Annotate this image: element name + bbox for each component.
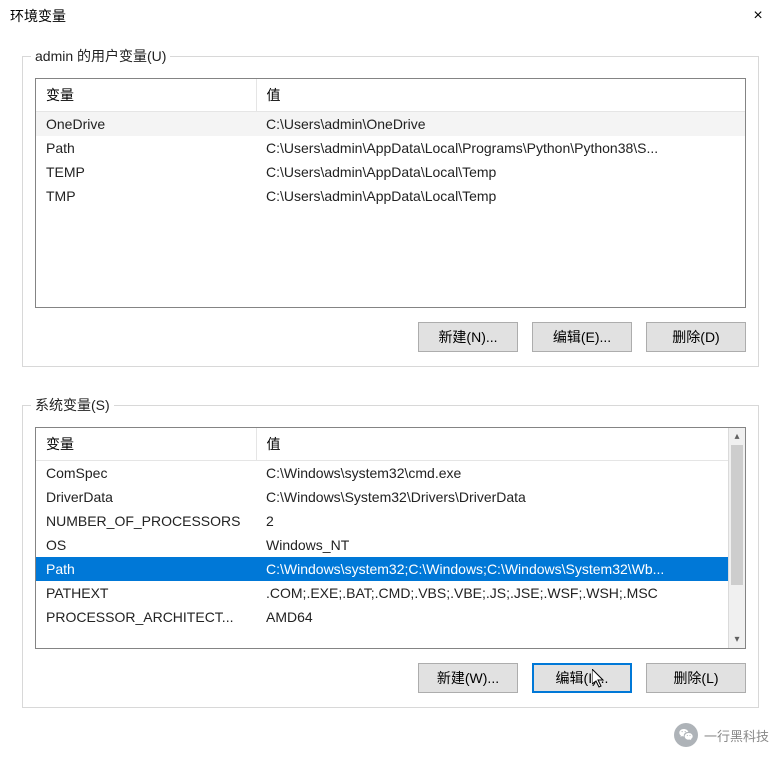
table-row[interactable]: TMP C:\Users\admin\AppData\Local\Temp: [36, 184, 745, 208]
dialog-body: admin 的用户变量(U) 变量 值 OneDrive C:\Users\ad…: [0, 32, 781, 718]
table-row[interactable]: ComSpec C:\Windows\system32\cmd.exe: [36, 461, 728, 486]
system-variables-table-wrap[interactable]: 变量 值 ComSpec C:\Windows\system32\cmd.exe…: [35, 427, 746, 649]
cell-variable: Path: [36, 136, 256, 160]
cell-value: C:\Users\admin\AppData\Local\Temp: [256, 184, 745, 208]
cell-value: C:\Windows\System32\Drivers\DriverData: [256, 485, 728, 509]
user-col-variable[interactable]: 变量: [36, 79, 256, 112]
scroll-track[interactable]: [729, 445, 745, 631]
table-row[interactable]: TEMP C:\Users\admin\AppData\Local\Temp: [36, 160, 745, 184]
cell-variable: OS: [36, 533, 256, 557]
user-button-row: 新建(N)... 编辑(E)... 删除(D): [35, 322, 746, 352]
user-variables-table-wrap[interactable]: 变量 值 OneDrive C:\Users\admin\OneDrive Pa…: [35, 78, 746, 308]
user-variables-legend-text: admin 的用户变量(U): [35, 48, 166, 64]
user-variables-legend: admin 的用户变量(U): [31, 46, 170, 66]
cell-value: 2: [256, 509, 728, 533]
table-row-selected[interactable]: Path C:\Windows\system32;C:\Windows;C:\W…: [36, 557, 728, 581]
cell-value: C:\Users\admin\OneDrive: [256, 112, 745, 137]
system-delete-button[interactable]: 删除(L): [646, 663, 746, 693]
user-delete-button[interactable]: 删除(D): [646, 322, 746, 352]
table-row[interactable]: OneDrive C:\Users\admin\OneDrive: [36, 112, 745, 137]
cell-value: Windows_NT: [256, 533, 728, 557]
system-button-row: 新建(W)... 编辑(I)... 删除(L): [35, 663, 746, 693]
user-variables-group: admin 的用户变量(U) 变量 值 OneDrive C:\Users\ad…: [22, 46, 759, 367]
table-row[interactable]: DriverData C:\Windows\System32\Drivers\D…: [36, 485, 728, 509]
system-variables-table: 变量 值 ComSpec C:\Windows\system32\cmd.exe…: [36, 428, 728, 629]
cell-variable: NUMBER_OF_PROCESSORS: [36, 509, 256, 533]
system-variables-legend-text: 系统变量(S): [35, 397, 110, 413]
cell-variable: PROCESSOR_ARCHITECT...: [36, 605, 256, 629]
table-row[interactable]: PATHEXT .COM;.EXE;.BAT;.CMD;.VBS;.VBE;.J…: [36, 581, 728, 605]
system-variables-legend: 系统变量(S): [31, 395, 114, 415]
system-new-button[interactable]: 新建(W)...: [418, 663, 518, 693]
system-scroll-area: 变量 值 ComSpec C:\Windows\system32\cmd.exe…: [36, 428, 728, 648]
wechat-icon: [674, 723, 698, 747]
cell-variable: ComSpec: [36, 461, 256, 486]
table-row[interactable]: OS Windows_NT: [36, 533, 728, 557]
window-title: 环境变量: [10, 6, 66, 26]
table-row[interactable]: NUMBER_OF_PROCESSORS 2: [36, 509, 728, 533]
watermark-text: 一行黑科技: [704, 726, 769, 745]
cell-variable: TEMP: [36, 160, 256, 184]
sys-col-value[interactable]: 值: [256, 428, 728, 461]
scroll-thumb[interactable]: [731, 445, 743, 585]
cell-value: C:\Windows\system32\cmd.exe: [256, 461, 728, 486]
close-button[interactable]: ×: [735, 0, 781, 32]
cell-value: C:\Users\admin\AppData\Local\Programs\Py…: [256, 136, 745, 160]
cell-value: .COM;.EXE;.BAT;.CMD;.VBS;.VBE;.JS;.JSE;.…: [256, 581, 728, 605]
table-row[interactable]: Path C:\Users\admin\AppData\Local\Progra…: [36, 136, 745, 160]
user-new-button[interactable]: 新建(N)...: [418, 322, 518, 352]
close-icon: ×: [753, 8, 762, 24]
cell-variable: TMP: [36, 184, 256, 208]
cell-variable: PATHEXT: [36, 581, 256, 605]
watermark: 一行黑科技: [674, 723, 769, 747]
user-col-value[interactable]: 值: [256, 79, 745, 112]
scroll-up-icon[interactable]: ▴: [729, 428, 745, 445]
scroll-down-icon[interactable]: ▾: [729, 631, 745, 648]
cell-value: AMD64: [256, 605, 728, 629]
system-edit-button[interactable]: 编辑(I)...: [532, 663, 632, 693]
sys-col-variable[interactable]: 变量: [36, 428, 256, 461]
table-row[interactable]: PROCESSOR_ARCHITECT... AMD64: [36, 605, 728, 629]
system-variables-group: 系统变量(S) 变量 值 ComSpec C:\Windows\sys: [22, 395, 759, 708]
cell-variable: Path: [36, 557, 256, 581]
user-edit-button[interactable]: 编辑(E)...: [532, 322, 632, 352]
system-scrollbar[interactable]: ▴ ▾: [728, 428, 745, 648]
cell-variable: DriverData: [36, 485, 256, 509]
cell-value: C:\Users\admin\AppData\Local\Temp: [256, 160, 745, 184]
user-variables-table: 变量 值 OneDrive C:\Users\admin\OneDrive Pa…: [36, 79, 745, 208]
cell-variable: OneDrive: [36, 112, 256, 137]
cell-value: C:\Windows\system32;C:\Windows;C:\Window…: [256, 557, 728, 581]
titlebar: 环境变量 ×: [0, 0, 781, 32]
